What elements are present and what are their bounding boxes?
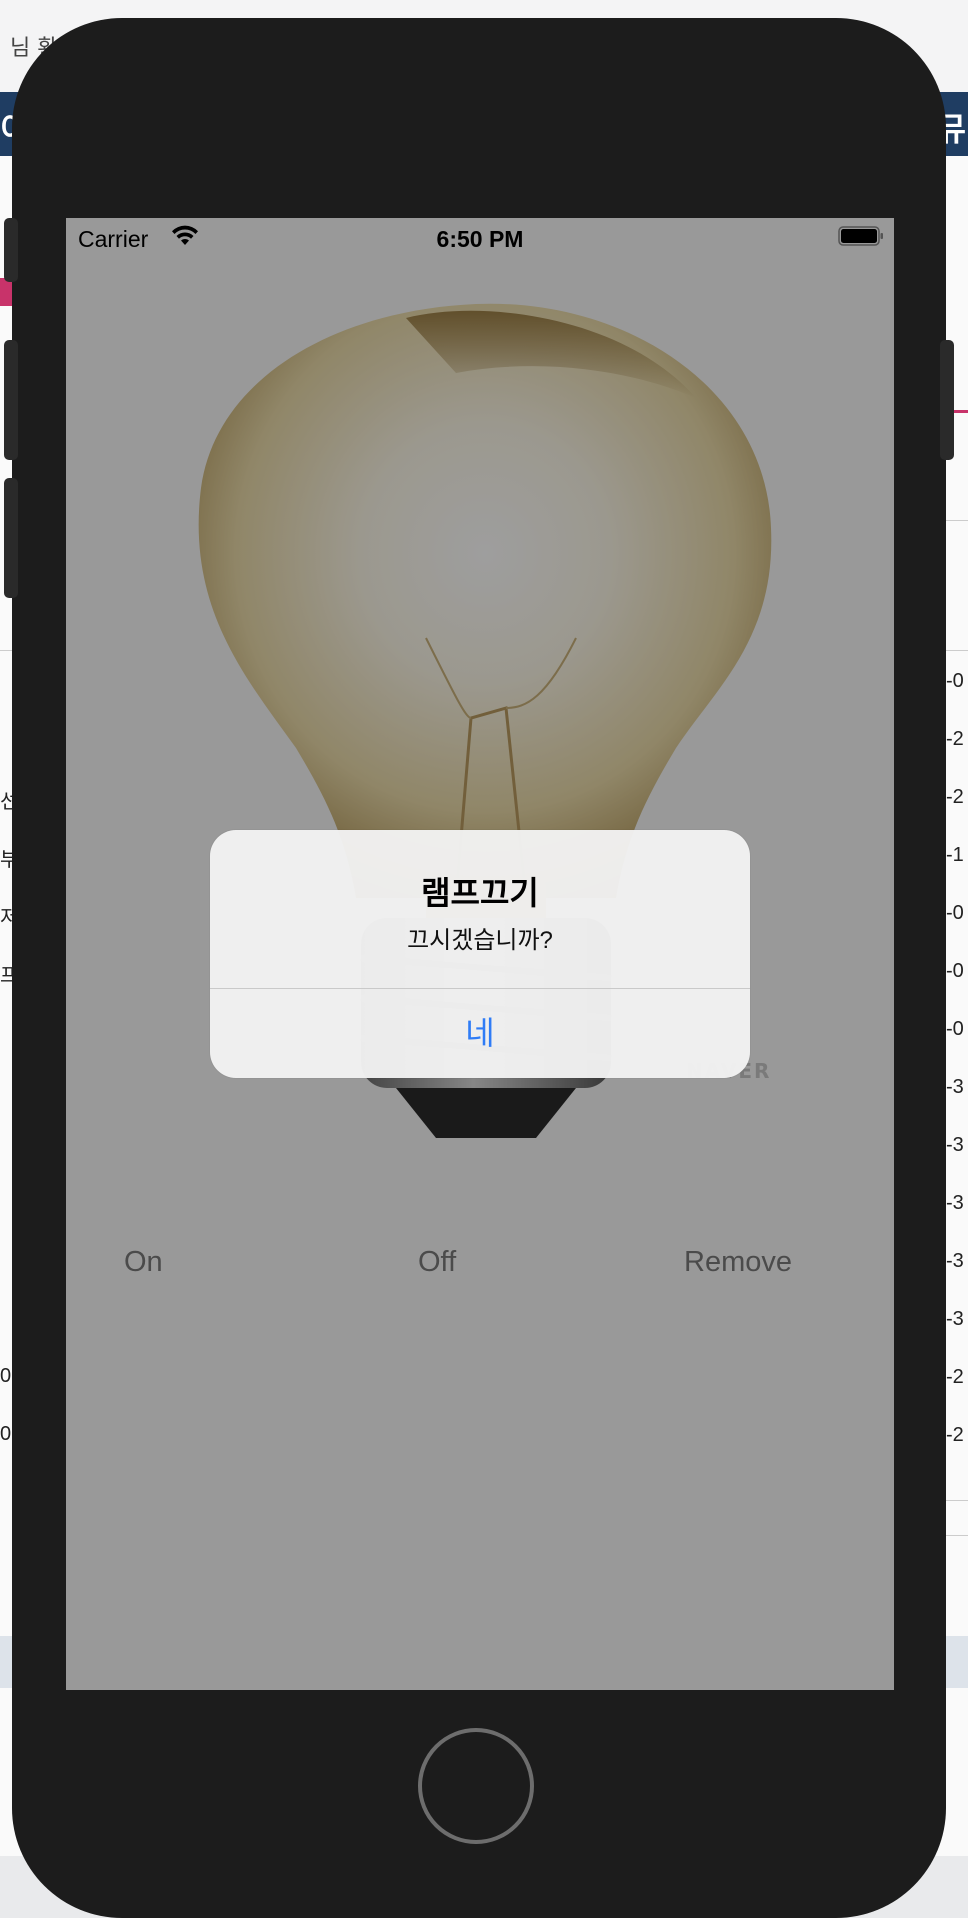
background-cell: -3 — [946, 1192, 964, 1214]
background-cell: -1 — [946, 844, 964, 866]
mute-switch — [4, 218, 18, 282]
home-button[interactable] — [418, 1728, 534, 1844]
background-cell: -2 — [946, 728, 964, 750]
alert-confirm-button[interactable]: 네 — [210, 989, 750, 1078]
device-screen: Carrier 6:50 PM On Off Remove 램프끄기 끄시겠습니… — [66, 218, 894, 1690]
background-cell: -0 — [946, 960, 964, 982]
background-cell: -2 — [946, 1424, 964, 1446]
background-cell: -3 — [946, 1134, 964, 1156]
background-cell: -2 — [946, 1366, 964, 1388]
background-cell: -3 — [946, 1308, 964, 1330]
background-divider — [946, 1500, 968, 1501]
background-cell: -2 — [946, 786, 964, 808]
alert-dialog: 램프끄기 끄시겠습니까? 네 — [210, 830, 750, 1078]
background-cell: -3 — [946, 1076, 964, 1098]
background-cell: -0 — [946, 670, 964, 692]
alert-message: 끄시겠습니까? — [407, 927, 553, 954]
background-divider — [946, 650, 968, 651]
background-divider — [946, 520, 968, 521]
volume-up-button — [4, 340, 18, 460]
alert-title: 램프끄기 — [421, 875, 539, 911]
background-cell: -3 — [946, 1250, 964, 1272]
power-button — [940, 340, 954, 460]
background-cell: -0 — [946, 1018, 964, 1040]
volume-down-button — [4, 478, 18, 598]
background-cell: -0 — [946, 902, 964, 924]
background-divider — [946, 1535, 968, 1536]
